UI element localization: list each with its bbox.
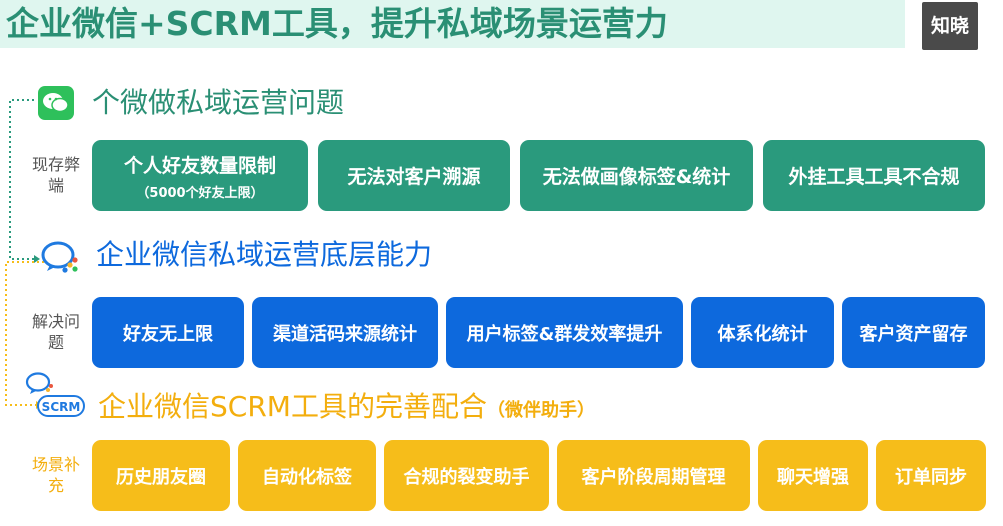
scrm-icon-text: SCRM	[42, 400, 81, 414]
brand-logo: 知晓	[922, 2, 978, 50]
solution-pill: 体系化统计	[691, 297, 834, 368]
solution-pill: 好友无上限	[92, 297, 244, 368]
scenario-pill: 合规的裂变助手	[384, 440, 549, 511]
problem-pill-label: 无法对客户溯源	[347, 166, 481, 188]
solution-pill-label: 用户标签&群发效率提升	[466, 323, 663, 345]
problem-pill-label: 外挂工具工具不合规	[788, 166, 960, 188]
scenario-pill: 聊天增强	[758, 440, 868, 511]
scenario-pill: 历史朋友圈	[92, 440, 230, 511]
scenario-pill: 订单同步	[876, 440, 986, 511]
scenario-pill-label: 合规的裂变助手	[403, 466, 530, 488]
solution-pill: 用户标签&群发效率提升	[446, 297, 683, 368]
scenarios-title: 企业微信SCRM工具的完善配合	[98, 390, 487, 423]
solution-pill: 渠道活码来源统计	[252, 297, 438, 368]
problem-pill: 外挂工具工具不合规	[763, 140, 985, 211]
scenarios-title-row: 企业微信SCRM工具的完善配合（微伴助手）	[98, 388, 595, 430]
scenario-pill: 自动化标签	[238, 440, 376, 511]
problem-pill: 无法对客户溯源	[318, 140, 510, 211]
solution-pill-label: 渠道活码来源统计	[273, 323, 417, 345]
solution-pill-label: 体系化统计	[717, 323, 808, 345]
scrm-icon: SCRM	[25, 372, 85, 417]
scenario-pill-label: 订单同步	[895, 466, 967, 488]
title-bar: 企业微信+SCRM工具，提升私域场景运营力	[0, 0, 905, 48]
scenarios-side-label: 场景补充	[31, 455, 80, 495]
solution-pill-label: 客户资产留存	[859, 323, 968, 345]
scenario-pill-label: 聊天增强	[777, 466, 849, 488]
solution-pill: 客户资产留存	[842, 297, 985, 368]
scenario-pill-label: 自动化标签	[262, 466, 352, 488]
problem-pill: 个人好友数量限制 （5000个好友上限）	[92, 140, 308, 211]
solutions-side-label: 解决问题	[31, 312, 80, 352]
scenario-pill-label: 历史朋友圈	[116, 466, 206, 488]
scenario-pill-label: 客户阶段周期管理	[581, 466, 726, 488]
problem-pill-sub: （5000个好友上限）	[136, 185, 264, 201]
problems-title: 个微做私域运营问题	[92, 86, 345, 119]
problem-pill-label: 无法做画像标签&统计	[542, 166, 731, 188]
problem-pill-label: 个人好友数量限制	[123, 154, 276, 177]
scenario-pill: 客户阶段周期管理	[557, 440, 750, 511]
problem-pill: 无法做画像标签&统计	[520, 140, 753, 211]
wecom-icon	[41, 241, 78, 273]
solutions-title: 企业微信私域运营底层能力	[96, 238, 433, 271]
problems-side-label: 现存弊端	[31, 155, 80, 195]
solution-pill-label: 好友无上限	[123, 323, 213, 345]
wechat-icon	[38, 86, 74, 120]
scenarios-title-note: （微伴助手）	[486, 400, 595, 421]
